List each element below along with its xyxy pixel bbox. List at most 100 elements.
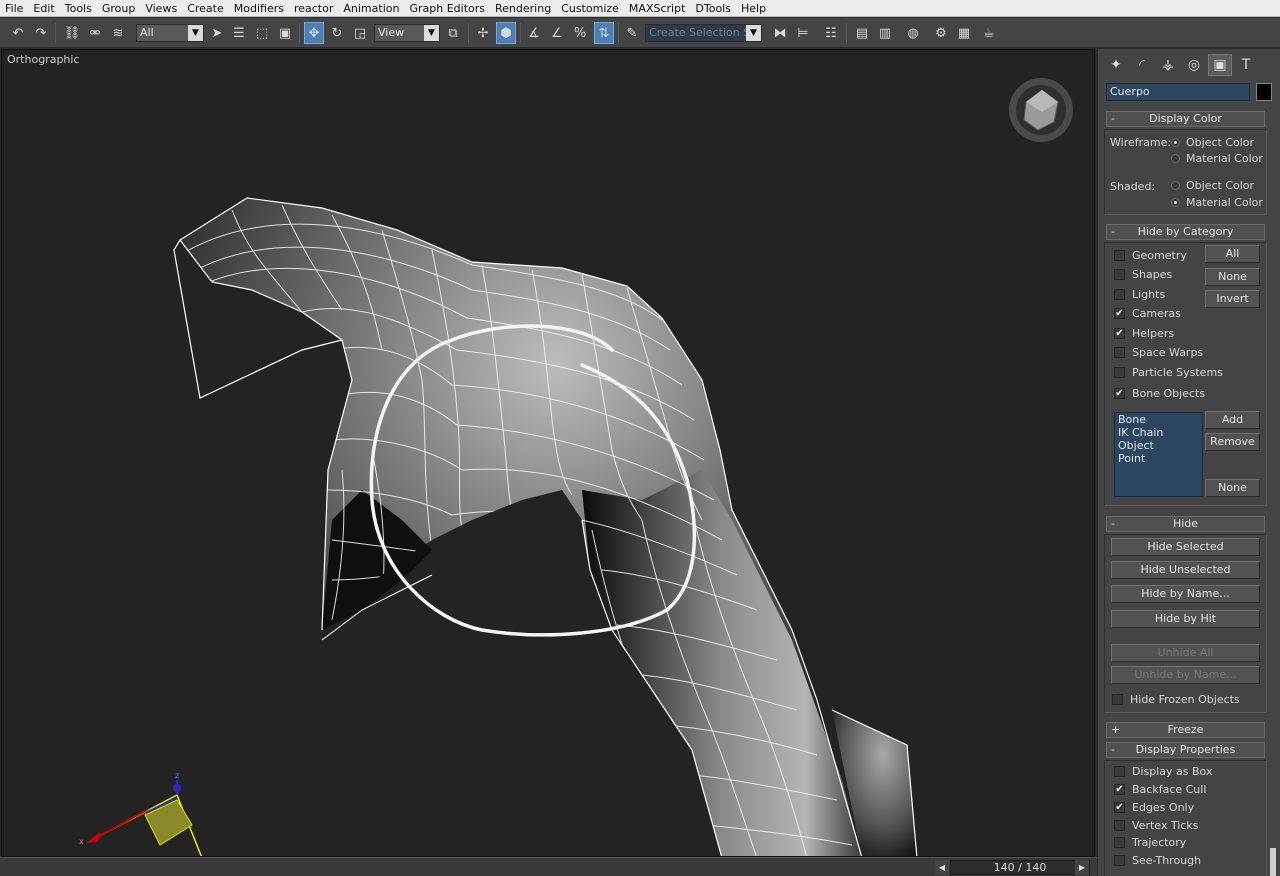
unhide-by-name-button[interactable]: Unhide by Name... xyxy=(1111,666,1260,684)
see-through-checkbox[interactable] xyxy=(1114,855,1125,866)
edit-named-selection-icon[interactable]: ✎ xyxy=(622,22,642,44)
list-item[interactable]: IK Chain Object xyxy=(1115,426,1202,452)
menu-maxscript[interactable]: MAXScript xyxy=(624,0,690,17)
material-editor-icon[interactable]: ◍ xyxy=(903,22,923,44)
keyboard-shortcut-override-icon[interactable]: ⬢ xyxy=(496,22,516,44)
rollout-display-color[interactable]: - Display Color xyxy=(1106,111,1265,127)
pivot-center-icon[interactable]: ⧉ xyxy=(443,22,463,44)
select-by-name-icon[interactable]: ☰ xyxy=(229,22,249,44)
next-frame-icon[interactable]: ▶ xyxy=(1075,860,1089,875)
wireframe-material-color-radio[interactable] xyxy=(1171,154,1180,163)
trajectory-checkbox[interactable] xyxy=(1114,837,1125,848)
hide-by-hit-button[interactable]: Hide by Hit xyxy=(1111,610,1260,628)
menu-help[interactable]: Help xyxy=(736,0,771,17)
selection-filter-dropdown[interactable]: All ▼ xyxy=(136,24,204,42)
viewport-orthographic[interactable]: Orthographic z x xyxy=(1,49,1095,857)
menu-views[interactable]: Views xyxy=(140,0,182,17)
shoulder-mesh[interactable]: z x xyxy=(2,50,1095,857)
viewcube[interactable] xyxy=(1009,78,1073,142)
menu-edit[interactable]: Edit xyxy=(28,0,59,17)
percent-snap-icon[interactable]: % xyxy=(570,22,590,44)
motion-tab-icon[interactable]: ◎ xyxy=(1182,54,1206,76)
select-and-move-icon[interactable]: ✥ xyxy=(304,22,324,44)
rollout-freeze[interactable]: + Freeze xyxy=(1106,722,1265,738)
backface-cull-checkbox[interactable]: ✔ xyxy=(1114,784,1125,795)
layer-manager-icon[interactable]: ☷ xyxy=(821,22,841,44)
panel-scrollbar[interactable] xyxy=(1270,848,1276,876)
object-color-swatch[interactable] xyxy=(1256,83,1272,101)
hide-selected-button[interactable]: Hide Selected xyxy=(1111,538,1260,556)
cameras-checkbox[interactable]: ✔ xyxy=(1114,308,1125,319)
render-scene-icon[interactable]: ⚙ xyxy=(931,22,951,44)
mirror-icon[interactable]: ⧓ xyxy=(770,22,790,44)
list-add-button[interactable]: Add xyxy=(1205,411,1260,429)
create-tab-icon[interactable]: ✦ xyxy=(1104,54,1128,76)
snaps-toggle-icon[interactable]: ∡ xyxy=(524,22,544,44)
particle-systems-checkbox[interactable] xyxy=(1114,367,1125,378)
rollout-hide[interactable]: - Hide xyxy=(1106,516,1265,532)
hide-unselected-button[interactable]: Hide Unselected xyxy=(1111,561,1260,579)
curve-editor-icon[interactable]: ▤ xyxy=(852,22,872,44)
list-item[interactable]: Point xyxy=(1115,452,1202,465)
category-none-button[interactable]: None xyxy=(1205,268,1260,286)
align-icon[interactable]: ⊨ xyxy=(793,22,813,44)
bind-space-warp-icon[interactable]: ≋ xyxy=(108,22,128,44)
vertex-ticks-checkbox[interactable] xyxy=(1114,820,1125,831)
rollout-hide-by-category[interactable]: - Hide by Category xyxy=(1106,224,1265,240)
schematic-view-icon[interactable]: ▥ xyxy=(875,22,895,44)
angle-snap-icon[interactable]: ∠ xyxy=(547,22,567,44)
menu-modifiers[interactable]: Modifiers xyxy=(229,0,289,17)
edges-only-checkbox[interactable]: ✔ xyxy=(1114,802,1125,813)
category-all-button[interactable]: All xyxy=(1205,245,1260,263)
menu-rendering[interactable]: Rendering xyxy=(490,0,556,17)
object-name-field[interactable]: Cuerpo xyxy=(1106,83,1250,101)
menu-tools[interactable]: Tools xyxy=(60,0,97,17)
menu-dtools[interactable]: DTools xyxy=(690,0,736,17)
time-slider[interactable]: ◀ 140 / 140 ▶ xyxy=(0,857,1097,876)
menu-create[interactable]: Create xyxy=(182,0,229,17)
rollout-display-properties[interactable]: - Display Properties xyxy=(1106,742,1265,758)
list-item[interactable]: Bone xyxy=(1115,413,1202,426)
lights-checkbox[interactable] xyxy=(1114,289,1125,300)
menu-group[interactable]: Group xyxy=(97,0,141,17)
shapes-checkbox[interactable] xyxy=(1114,269,1125,280)
unhide-all-button[interactable]: Unhide All xyxy=(1111,644,1260,662)
unlink-icon[interactable]: ⚮ xyxy=(85,22,105,44)
spinner-snap-icon[interactable]: ⇅ xyxy=(594,22,614,44)
shaded-material-color-radio[interactable] xyxy=(1171,198,1180,207)
menu-graph-editors[interactable]: Graph Editors xyxy=(404,0,490,17)
redo-icon[interactable]: ↷ xyxy=(31,22,51,44)
select-and-scale-icon[interactable]: ◲ xyxy=(350,22,370,44)
list-remove-button[interactable]: Remove xyxy=(1205,433,1260,451)
select-and-rotate-icon[interactable]: ↻ xyxy=(327,22,347,44)
hide-by-name-button[interactable]: Hide by Name... xyxy=(1111,585,1260,603)
menu-customize[interactable]: Customize xyxy=(556,0,624,17)
category-invert-button[interactable]: Invert xyxy=(1205,290,1260,308)
geometry-checkbox[interactable] xyxy=(1114,250,1125,261)
menu-animation[interactable]: Animation xyxy=(338,0,404,17)
wireframe-object-color-radio[interactable] xyxy=(1171,138,1180,147)
select-object-icon[interactable]: ➤ xyxy=(207,22,227,44)
helpers-checkbox[interactable]: ✔ xyxy=(1114,328,1125,339)
reference-coordinate-dropdown[interactable]: View ▼ xyxy=(374,24,440,42)
rectangular-selection-icon[interactable]: ⬚ xyxy=(252,22,272,44)
hide-frozen-objects-checkbox[interactable] xyxy=(1112,694,1123,705)
window-crossing-icon[interactable]: ▣ xyxy=(275,22,295,44)
manipulate-icon[interactable]: ✢ xyxy=(473,22,493,44)
undo-icon[interactable]: ↶ xyxy=(8,22,28,44)
modify-tab-icon[interactable]: ◜ xyxy=(1130,54,1154,76)
quick-render-icon[interactable]: ▦ xyxy=(954,22,974,44)
display-tab-icon[interactable]: ▣ xyxy=(1208,54,1232,76)
bone-objects-checkbox[interactable]: ✔ xyxy=(1114,388,1125,399)
previous-frame-icon[interactable]: ◀ xyxy=(935,860,949,875)
select-and-link-icon[interactable]: ⛓ xyxy=(62,22,82,44)
menu-reactor[interactable]: reactor xyxy=(289,0,338,17)
render-last-icon[interactable]: ☕ xyxy=(979,22,999,44)
list-none-button[interactable]: None xyxy=(1205,479,1260,497)
display-as-box-checkbox[interactable] xyxy=(1114,766,1125,777)
category-list[interactable]: Bone IK Chain Object Point xyxy=(1114,412,1203,497)
utilities-tab-icon[interactable]: T xyxy=(1234,54,1258,76)
hierarchy-tab-icon[interactable]: ⚶ xyxy=(1156,54,1180,76)
frame-counter[interactable]: 140 / 140 xyxy=(950,860,1090,875)
menu-file[interactable]: File xyxy=(0,0,28,17)
